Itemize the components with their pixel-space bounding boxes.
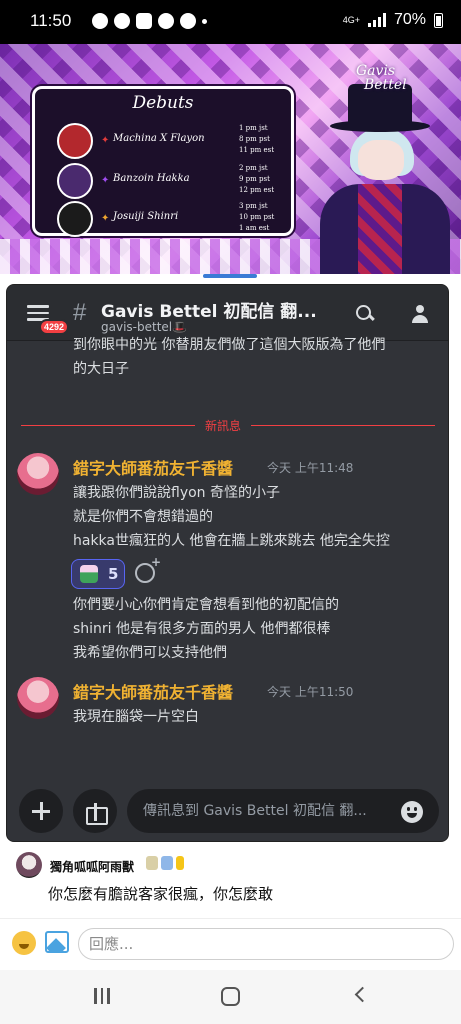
- badge-icon: [146, 856, 158, 870]
- battery-percent: 70%: [393, 11, 426, 28]
- debut-name: Machina X Flayon: [113, 133, 205, 144]
- app-notification-icon: [158, 13, 174, 29]
- lightning-icon: [176, 856, 184, 870]
- message-body: 讓我跟你們說說flyon 奇怪的小子 就是你們不會想錯過的 hakka世瘋狂的人…: [73, 481, 443, 553]
- avatar[interactable]: [17, 677, 59, 719]
- members-icon[interactable]: [410, 305, 432, 325]
- message-timestamp: 今天 上午11:48: [267, 461, 354, 475]
- message-line: 讓我跟你們說說flyon 奇怪的小子: [73, 485, 280, 501]
- message-author[interactable]: 錯字大師番茄友千香醬: [73, 455, 233, 479]
- star-icon: ✦: [101, 175, 110, 186]
- time-pst: 10 pm pst: [239, 213, 275, 221]
- debut-avatar: [57, 201, 93, 237]
- messages-icon: [92, 13, 108, 29]
- time-est: 12 pm est: [239, 186, 275, 194]
- back-icon[interactable]: [354, 986, 371, 1003]
- debut-name: Josuiji Shinri: [113, 211, 179, 222]
- debut-row: ✦ Machina X Flayon 1 pm jst 8 pm pst 11 …: [57, 123, 289, 161]
- message-line: hakka世瘋狂的人 他會在牆上跳來跳去 他完全失控: [73, 533, 390, 549]
- time-pst: 9 pm pst: [239, 175, 270, 183]
- time-pst: 8 pm pst: [239, 135, 270, 143]
- composer: 傳訊息到 Gavis Bettel 初配信 翻...: [7, 783, 448, 841]
- app-notification-icon-2: [180, 13, 196, 29]
- time-jst: 2 pm jst: [239, 164, 268, 172]
- badge-icon: [161, 856, 173, 870]
- time-jst: 3 pm jst: [239, 202, 268, 210]
- more-notifications-icon: [202, 18, 207, 24]
- stream-logo: Gavis Bettel: [356, 64, 407, 92]
- recents-icon[interactable]: [94, 988, 110, 1004]
- comment-text: 你怎麼有膽說客家很瘋，你怎麼敢: [48, 885, 274, 903]
- plus-icon[interactable]: [19, 789, 63, 833]
- debut-name: Banzoin Hakka: [113, 173, 190, 184]
- debut-avatar: [57, 163, 93, 199]
- debut-times: 2 pm jst 9 pm pst 12 pm est: [239, 163, 274, 196]
- message-line: 我現在腦袋一片空白: [73, 709, 199, 725]
- star-icon: ✦: [101, 213, 110, 224]
- status-bar: 11:50 4G+ 70%: [0, 0, 461, 44]
- previous-message: 到你眼中的光 你替朋友們做了這個大阪版為了他們 的大日子: [73, 333, 443, 381]
- time-jst: 1 pm jst: [239, 124, 268, 132]
- debut-times: 3 pm jst 10 pm pst 1 am est: [239, 201, 274, 234]
- search-icon[interactable]: [356, 305, 374, 323]
- signal-icon: [367, 13, 386, 27]
- logo-line2: Bettel: [364, 77, 407, 93]
- message-line: shinri 他是有很多方面的男人 他們都很棒: [73, 621, 331, 637]
- message-timestamp: 今天 上午11:50: [267, 685, 354, 699]
- status-right: 4G+ 70%: [343, 11, 443, 29]
- network-type: 4G+: [342, 14, 360, 25]
- debuts-panel: Debuts ✦ Machina X Flayon 1 pm jst 8 pm …: [32, 86, 294, 239]
- debut-times: 1 pm jst 8 pm pst 11 pm est: [239, 123, 274, 156]
- message-line: 我希望你們可以支持他們: [73, 645, 227, 661]
- gift-icon[interactable]: [73, 789, 117, 833]
- time-est: 11 pm est: [239, 146, 275, 154]
- message-body: 我現在腦袋一片空白: [73, 705, 443, 729]
- discord-screenshot: 4292 # Gavis Bettel 初配信 翻... gavis-bette…: [6, 284, 449, 842]
- message-line: 的大日子: [73, 361, 129, 377]
- debuts-title: Debuts: [132, 93, 194, 113]
- drag-handle[interactable]: [203, 274, 257, 278]
- notification-icons: [92, 13, 207, 29]
- stream-video[interactable]: Debuts ✦ Machina X Flayon 1 pm jst 8 pm …: [0, 44, 461, 274]
- message-line: 你們要小心你們肯定會想看到他的初配信的: [73, 597, 339, 613]
- comment-avatar[interactable]: [16, 852, 42, 878]
- reaction-chip[interactable]: 5: [71, 559, 125, 589]
- smile-icon[interactable]: [12, 931, 36, 955]
- character-illustration: [300, 84, 461, 274]
- channel-hash-icon: #: [73, 299, 87, 326]
- debut-row: ✦ Josuiji Shinri 3 pm jst 10 pm pst 1 am…: [57, 201, 289, 239]
- message-input[interactable]: 傳訊息到 Gavis Bettel 初配信 翻...: [127, 789, 439, 833]
- mention-badge: 4292: [39, 319, 70, 335]
- reply-bar: 回應...: [0, 918, 461, 970]
- battery-icon: [434, 12, 443, 28]
- time-est: 1 am est: [239, 224, 270, 232]
- instagram-icon: [136, 13, 152, 29]
- logo-line1: Gavis: [356, 63, 396, 79]
- channel-name: gavis-bettel🎩: [101, 320, 188, 334]
- add-reaction-icon[interactable]: [135, 555, 161, 583]
- message-line: 就是你們不會想錯過的: [73, 509, 213, 525]
- reaction-count: 5: [108, 565, 119, 583]
- comment-badges: [146, 856, 184, 870]
- debut-avatar: [57, 123, 93, 159]
- emoji-icon[interactable]: [401, 801, 423, 823]
- home-icon[interactable]: [221, 987, 240, 1006]
- reply-input[interactable]: 回應...: [78, 928, 454, 960]
- message-line: 到你眼中的光 你替朋友們做了這個大阪版為了他們: [73, 337, 386, 353]
- message-body: 你們要小心你們肯定會想看到他的初配信的 shinri 他是有很多方面的男人 他們…: [73, 593, 443, 665]
- debut-row: ✦ Banzoin Hakka 2 pm jst 9 pm pst 12 pm …: [57, 163, 289, 201]
- status-time: 11:50: [30, 11, 72, 30]
- avatar[interactable]: [17, 453, 59, 495]
- image-icon[interactable]: [45, 931, 69, 953]
- line-icon: [114, 13, 130, 29]
- channel-title: Gavis Bettel 初配信 翻...: [101, 302, 317, 322]
- message-author[interactable]: 錯字大師番茄友千香醬: [73, 679, 233, 703]
- reaction-emoji-icon: [80, 565, 98, 583]
- navigation-bar: [0, 970, 461, 1024]
- new-messages-label: 新訊息: [195, 417, 252, 434]
- star-icon: ✦: [101, 135, 110, 146]
- comment-author[interactable]: 獨角呱呱阿雨獸: [50, 858, 134, 875]
